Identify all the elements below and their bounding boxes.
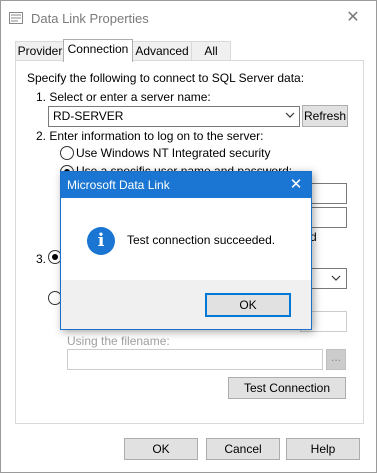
info-icon: i bbox=[87, 227, 115, 255]
radio-windows-nt-label: Use Windows NT Integrated security bbox=[76, 146, 271, 160]
filename-label: Using the filename: bbox=[67, 334, 170, 348]
tab-all[interactable]: All bbox=[191, 41, 231, 61]
database-chevron-down-icon[interactable] bbox=[331, 272, 341, 286]
intro-label: Specify the following to connect to SQL … bbox=[27, 71, 305, 85]
filename-input[interactable] bbox=[67, 349, 323, 370]
server-name-combobox[interactable]: RD-SERVER bbox=[48, 106, 300, 127]
step3-label: 3. bbox=[36, 252, 47, 266]
dialog-ok-button[interactable]: OK bbox=[205, 293, 291, 317]
step2-label: 2. Enter information to log on to the se… bbox=[36, 129, 264, 143]
step1-label: 1. Select or enter a server name: bbox=[36, 90, 211, 104]
window-title: Data Link Properties bbox=[31, 11, 149, 26]
chevron-down-icon[interactable] bbox=[285, 110, 295, 122]
ok-button[interactable]: OK bbox=[124, 438, 198, 460]
dialog-message: Test connection succeeded. bbox=[127, 233, 276, 247]
server-name-value: RD-SERVER bbox=[53, 109, 124, 123]
browse-button[interactable]: ... bbox=[326, 349, 346, 370]
refresh-button[interactable]: Refresh bbox=[302, 105, 348, 127]
title-bar: Data Link Properties ✕ bbox=[1, 1, 376, 35]
dialog-title: Microsoft Data Link bbox=[67, 178, 170, 192]
data-link-app-icon bbox=[9, 12, 23, 24]
tab-connection[interactable]: Connection bbox=[63, 39, 133, 62]
close-icon[interactable]: ✕ bbox=[341, 7, 365, 29]
tab-advanced[interactable]: Advanced bbox=[131, 41, 193, 61]
radio-windows-nt[interactable] bbox=[60, 146, 74, 160]
dialog-title-bar: Microsoft Data Link ✕ bbox=[61, 172, 311, 198]
dialog-close-icon[interactable]: ✕ bbox=[283, 173, 309, 197]
cancel-button[interactable]: Cancel bbox=[206, 438, 280, 460]
test-connection-button[interactable]: Test Connection bbox=[228, 377, 346, 399]
help-button[interactable]: Help bbox=[286, 438, 360, 460]
microsoft-data-link-dialog: Microsoft Data Link ✕ i Test connection … bbox=[60, 171, 312, 330]
tab-provider[interactable]: Provider bbox=[15, 41, 65, 61]
